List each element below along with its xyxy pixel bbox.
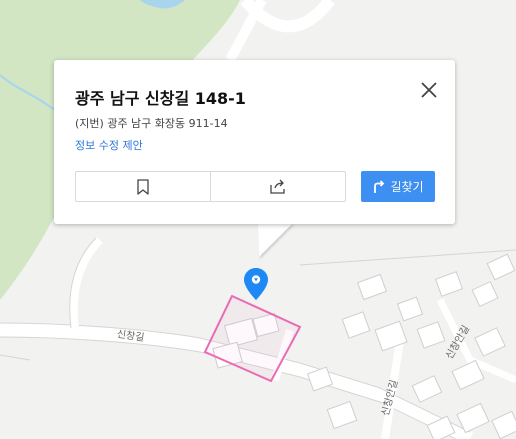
share-icon (270, 179, 285, 194)
lot-address: (지번) 광주 남구 화장동 911-14 (75, 117, 228, 130)
edit-suggestion-link[interactable]: 정보 수정 제안 (75, 137, 143, 153)
place-popup: 광주 남구 신창길 148-1 (지번) 광주 남구 화장동 911-14 정보… (54, 60, 455, 224)
map-pin-icon[interactable] (244, 268, 268, 300)
place-title: 광주 남구 신창길 148-1 (75, 89, 246, 108)
route-label: 길찾기 (390, 180, 424, 194)
route-button[interactable]: 길찾기 (361, 171, 435, 202)
bookmark-button[interactable] (76, 172, 210, 201)
route-icon (374, 179, 385, 193)
popup-tail (258, 223, 293, 257)
share-button[interactable] (210, 172, 345, 201)
close-icon[interactable] (419, 80, 439, 100)
action-button-group (75, 171, 346, 202)
bookmark-icon (137, 178, 149, 195)
